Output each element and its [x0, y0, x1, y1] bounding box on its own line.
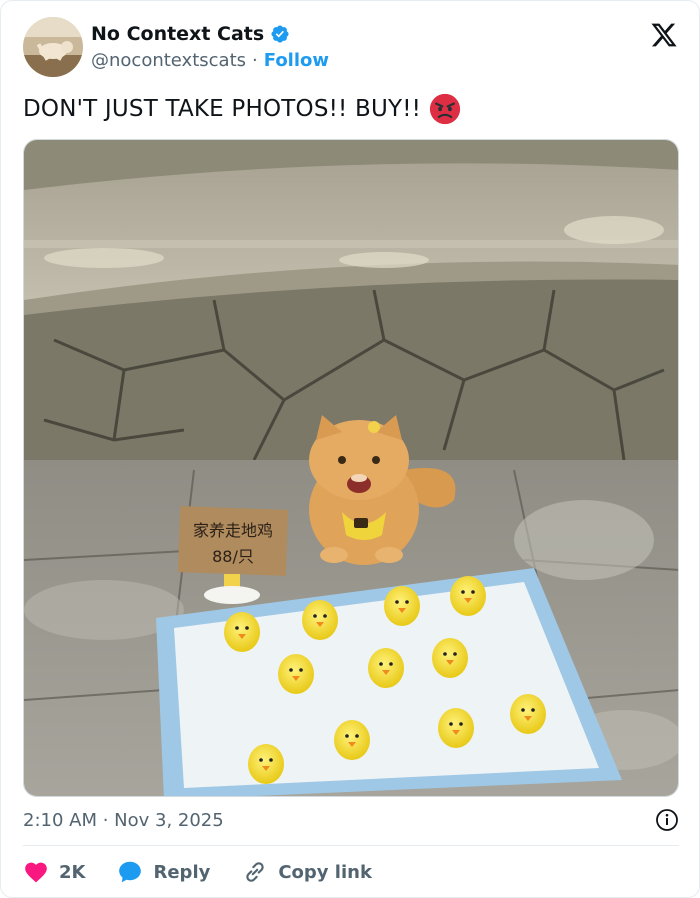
tweet-header: No Context Cats @nocontextscats · Follow	[23, 17, 679, 79]
separator-dot: ·	[252, 50, 258, 71]
divider	[23, 845, 679, 846]
x-logo-icon[interactable]	[649, 21, 679, 49]
speech-bubble-icon	[119, 861, 142, 883]
info-icon[interactable]	[655, 808, 679, 832]
tweet-card: No Context Cats @nocontextscats · Follow…	[0, 0, 700, 898]
like-button[interactable]: 2K	[23, 859, 85, 885]
tweet-photo[interactable]: 家养走地鸡 88/只	[23, 139, 679, 797]
timestamp[interactable]: 2:10 AM · Nov 3, 2025	[23, 810, 224, 831]
like-count: 2K	[59, 861, 86, 883]
angry-face-icon	[429, 93, 461, 125]
sign-text-line2: 88/只	[212, 547, 254, 566]
sign-text-line1: 家养走地鸡	[193, 521, 273, 540]
follow-button[interactable]: Follow	[264, 50, 329, 71]
avatar[interactable]	[23, 17, 83, 77]
copy-link-label: Copy link	[278, 861, 372, 883]
reply-button[interactable]: Reply	[117, 859, 210, 885]
link-icon	[246, 862, 265, 882]
reply-label: Reply	[153, 861, 211, 883]
heart-icon	[25, 862, 47, 883]
account-handle[interactable]: @nocontextscats	[91, 50, 246, 71]
timestamp-row: 2:10 AM · Nov 3, 2025	[23, 807, 679, 833]
copy-link-button[interactable]: Copy link	[242, 859, 372, 885]
verified-badge-icon	[271, 25, 289, 43]
cat-selling-chicks-photo: 家养走地鸡 88/只	[24, 140, 678, 796]
tweet-text: DON'T JUST TAKE PHOTOS!! BUY!!	[23, 93, 461, 125]
display-name[interactable]: No Context Cats	[91, 23, 264, 45]
action-bar: 2K Reply Copy link	[23, 857, 404, 887]
tweet-body: DON'T JUST TAKE PHOTOS!! BUY!!	[23, 96, 422, 122]
